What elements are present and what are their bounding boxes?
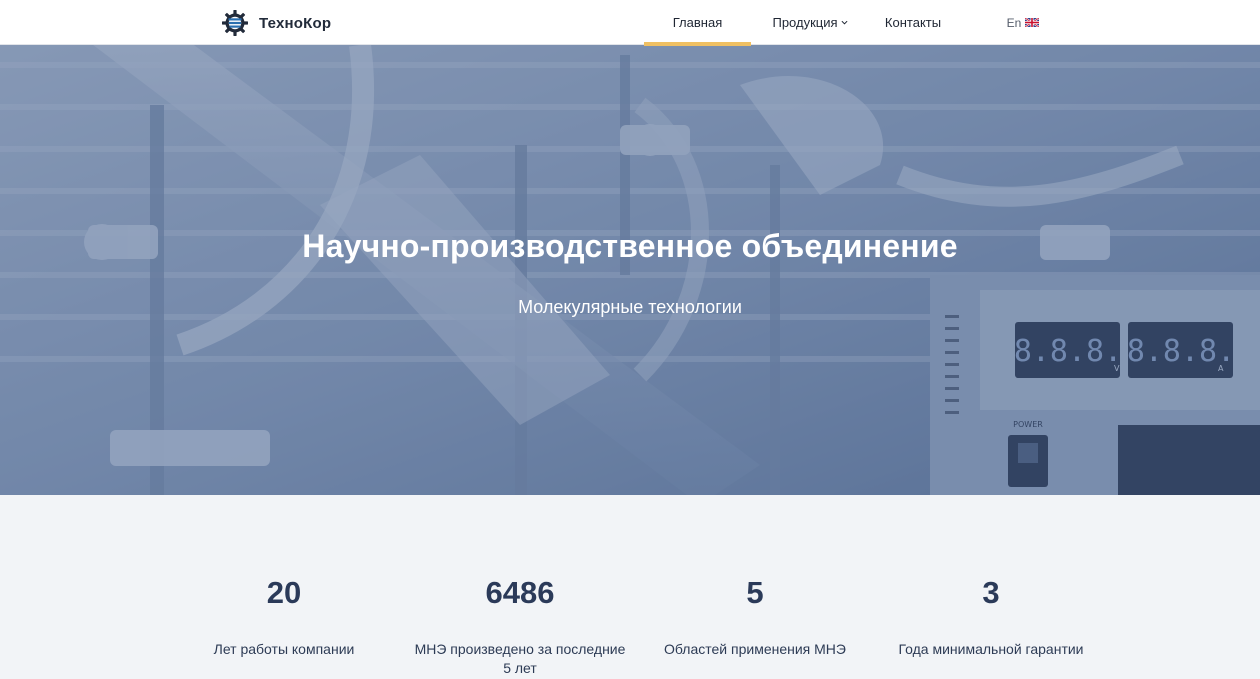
nav-contacts[interactable]: Контакты bbox=[884, 0, 942, 45]
stat-label: МНЭ произведено за последние 5 лет bbox=[414, 641, 626, 676]
language-label: En bbox=[1006, 15, 1022, 30]
hero-subtitle: Молекулярные технологии bbox=[518, 297, 742, 317]
nav-products[interactable]: Продукция bbox=[772, 0, 848, 45]
site-header: ТехноКор Главная Продукция Контакты En bbox=[0, 0, 1260, 46]
hero-title: Научно-производственное объединение bbox=[302, 228, 958, 264]
language-switcher[interactable]: En bbox=[1005, 0, 1041, 45]
stat-value: 5 bbox=[746, 575, 764, 610]
chevron-down-icon bbox=[841, 20, 848, 25]
stat-label: Областей применения МНЭ bbox=[664, 641, 846, 657]
brand-name: ТехноКор bbox=[259, 14, 332, 32]
stat-label: Лет работы компании bbox=[213, 641, 355, 657]
stat-value: 20 bbox=[266, 575, 302, 610]
stat-label: Года минимальной гарантии bbox=[898, 641, 1084, 657]
stat-value: 6486 bbox=[485, 575, 555, 610]
brand-logo[interactable]: ТехноКор bbox=[221, 8, 331, 38]
nav-products-label: Продукция bbox=[772, 15, 838, 30]
uk-flag-icon bbox=[1025, 18, 1040, 27]
hero-overlay bbox=[0, 45, 1260, 495]
hero-banner: 8.8.8. 8.8.8. V A POWER Научно-производс… bbox=[0, 45, 1260, 495]
gear-logo-icon bbox=[222, 10, 248, 36]
nav-home[interactable]: Главная bbox=[644, 0, 751, 46]
stat-value: 3 bbox=[982, 575, 1000, 610]
stats-section: 20 Лет работы компании 6486 МНЭ произвед… bbox=[0, 495, 1260, 679]
